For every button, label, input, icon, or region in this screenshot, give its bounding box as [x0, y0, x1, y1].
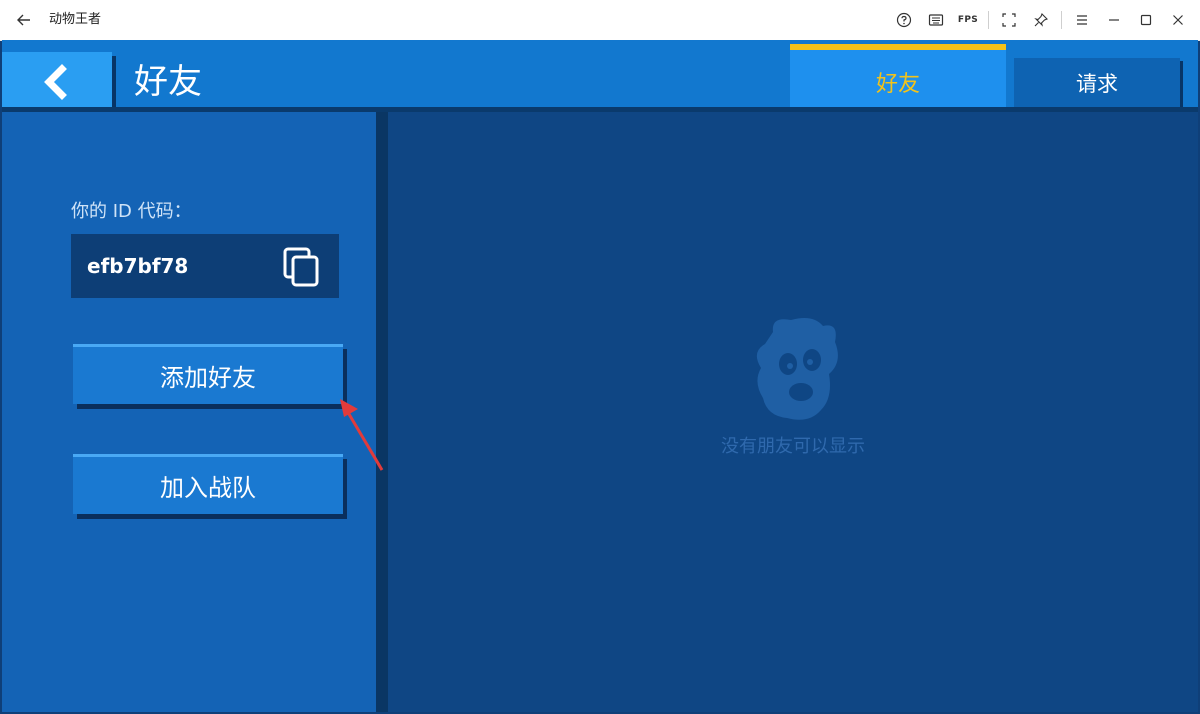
- pin-button[interactable]: [1025, 4, 1057, 36]
- empty-state-mascot-icon: [756, 318, 838, 420]
- titlebar-separator: [1061, 11, 1062, 29]
- maximize-icon: [1140, 14, 1152, 26]
- fullscreen-icon: [1002, 13, 1016, 27]
- copy-icon[interactable]: [281, 245, 321, 289]
- menu-button[interactable]: [1066, 4, 1098, 36]
- pin-icon: [1034, 13, 1048, 27]
- annotation-arrow-icon: [340, 399, 384, 471]
- maximize-button[interactable]: [1130, 4, 1162, 36]
- chevron-left-icon: [44, 64, 67, 100]
- id-code-value: efb7bf78: [87, 254, 189, 278]
- window-title: 动物王者: [49, 12, 102, 27]
- friends-header: 好友 好友 请求: [2, 40, 1198, 114]
- close-button[interactable]: [1162, 4, 1194, 36]
- friends-list-panel: 没有朋友可以显示: [388, 112, 1198, 712]
- keyboard-button[interactable]: [920, 4, 952, 36]
- keyboard-icon: [928, 14, 944, 26]
- tab-requests[interactable]: 请求: [1014, 58, 1180, 108]
- titlebar-controls: FPS: [888, 0, 1194, 40]
- minimize-icon: [1109, 19, 1119, 21]
- close-icon: [1173, 15, 1183, 25]
- id-code-box: efb7bf78: [71, 234, 339, 298]
- game-back-button[interactable]: [2, 52, 112, 112]
- help-button[interactable]: [888, 4, 920, 36]
- game-viewport: 好友 好友 请求 没有朋友可以显示 你的 ID 代码： efb7bf78 添加好…: [2, 40, 1198, 712]
- minimize-button[interactable]: [1098, 4, 1130, 36]
- add-friend-button[interactable]: 添加好友: [73, 344, 343, 404]
- back-button[interactable]: [12, 8, 36, 32]
- tab-friends[interactable]: 好友: [790, 44, 1006, 114]
- join-clan-button[interactable]: 加入战队: [73, 454, 343, 514]
- back-arrow-icon: [17, 14, 30, 26]
- fullscreen-button[interactable]: [993, 4, 1025, 36]
- page-title: 好友: [134, 62, 202, 102]
- hamburger-menu-icon: [1077, 15, 1087, 25]
- help-icon: [896, 12, 912, 28]
- empty-state-text: 没有朋友可以显示: [721, 436, 865, 457]
- id-code-label: 你的 ID 代码：: [71, 201, 192, 222]
- window-titlebar: 动物王者 FPS: [0, 0, 1200, 41]
- fps-toggle[interactable]: FPS: [952, 4, 984, 36]
- titlebar-separator: [988, 11, 989, 29]
